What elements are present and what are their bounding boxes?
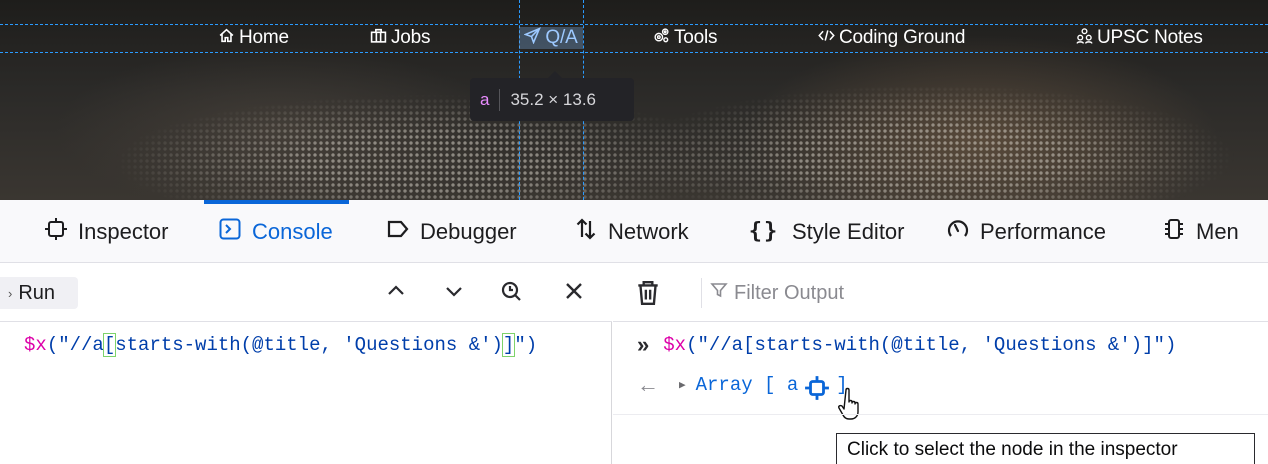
- history-search-icon: [499, 279, 523, 308]
- send-icon: [523, 26, 542, 50]
- tab-inspector[interactable]: Inspector: [44, 200, 169, 263]
- nav-home-link[interactable]: Home: [218, 27, 289, 49]
- home-icon: [218, 27, 235, 50]
- bracket-match-close: ]: [501, 333, 516, 357]
- briefcase-icon: [370, 27, 387, 50]
- tab-inspector-label: Inspector: [78, 218, 169, 244]
- bracket-match-open: [: [102, 333, 117, 357]
- people-icon: [1076, 27, 1093, 50]
- tooltip-dimensions: 35.2 × 13.6: [510, 89, 597, 109]
- filter-output-placeholder: Filter Output: [734, 281, 845, 304]
- tab-style-editor[interactable]: {} Style Editor: [746, 200, 905, 263]
- chevron-up-icon: [384, 279, 408, 308]
- multiline-editor-pane: › Run $x("//a[starts-with(@title, 'Quest…: [0, 264, 612, 464]
- filter-output-input[interactable]: Filter Output: [701, 278, 844, 308]
- result-arrow-icon: ←: [637, 372, 659, 397]
- code-icon: [818, 27, 835, 50]
- output-row-divider: [613, 414, 1268, 415]
- memory-chip-icon: [1162, 217, 1186, 247]
- run-button-label: Run: [18, 281, 56, 304]
- code-arg-start: ("//a: [46, 334, 104, 356]
- nav-tools-label: Tools: [674, 27, 718, 48]
- select-node-target-icon[interactable]: [804, 375, 830, 401]
- tab-console-label: Console: [252, 218, 333, 244]
- funnel-icon: [710, 281, 728, 305]
- console-result-row: ← ▶ Array [ a ]: [637, 370, 848, 400]
- console-input-echo: » $x("//a[starts-with(@title, 'Questions…: [637, 330, 1176, 360]
- code-function: $x: [24, 334, 47, 356]
- network-arrows-icon: [574, 217, 598, 247]
- double-chevron-icon: »: [637, 332, 650, 357]
- tab-network[interactable]: Network: [574, 200, 689, 263]
- trash-icon: [635, 281, 661, 311]
- tab-memory-label: Men: [1196, 218, 1239, 244]
- code-arg-end: "): [514, 334, 538, 356]
- clear-output-button[interactable]: [635, 279, 661, 307]
- code-predicate: starts-with(@title, 'Questions &'): [115, 334, 503, 356]
- nav-upsc-notes-link[interactable]: UPSC Notes: [1076, 27, 1203, 49]
- inspector-icon: [44, 217, 68, 247]
- tab-memory[interactable]: Men: [1162, 200, 1239, 263]
- close-icon: [562, 279, 586, 308]
- history-next-button[interactable]: [439, 278, 469, 308]
- nav-coding-ground-link[interactable]: Coding Ground: [818, 27, 965, 49]
- result-array-open[interactable]: Array [ a: [696, 374, 799, 396]
- nav-jobs-label: Jobs: [391, 27, 431, 48]
- tooltip-tag-name: a: [470, 88, 501, 111]
- echo-args: ("//a[starts-with(@title, 'Questions &')…: [686, 334, 1177, 356]
- hand-cursor-icon: [837, 386, 865, 422]
- debugger-icon: [386, 217, 410, 247]
- tab-network-label: Network: [608, 218, 689, 244]
- element-dimension-tooltip: a 35.2 × 13.6: [470, 71, 634, 121]
- nav-qa-link[interactable]: Q/A: [519, 26, 583, 50]
- run-button[interactable]: › Run: [0, 277, 78, 309]
- nav-qa-label: Q/A: [545, 27, 578, 48]
- echo-code: $x("//a[starts-with(@title, 'Questions &…: [663, 334, 1176, 356]
- reverse-search-button[interactable]: [496, 278, 526, 308]
- devtools-toolbar: Inspector Console Debugger Network {} St…: [0, 200, 1268, 263]
- dotted-world-map: [0, 62, 1268, 200]
- nav-upsc-notes-label: UPSC Notes: [1097, 27, 1203, 48]
- nav-jobs-link[interactable]: Jobs: [370, 27, 431, 50]
- gears-icon: [653, 27, 670, 50]
- select-node-tooltip: Click to select the node in the inspecto…: [836, 433, 1255, 464]
- echo-function: $x: [663, 334, 687, 356]
- expand-triangle-icon[interactable]: ▶: [679, 378, 686, 392]
- nav-coding-ground-label: Coding Ground: [839, 27, 966, 48]
- tab-console[interactable]: Console: [204, 200, 349, 263]
- tab-performance-label: Performance: [980, 218, 1106, 244]
- web-page-banner: Home Jobs Q/A Tools Coding Ground UPSC N…: [0, 0, 1268, 200]
- console-icon: [218, 217, 242, 247]
- gauge-icon: [946, 217, 970, 247]
- site-navbar: Home Jobs Q/A Tools Coding Ground UPSC N…: [0, 19, 1268, 57]
- run-chevron-icon: ›: [8, 285, 13, 301]
- tab-debugger[interactable]: Debugger: [386, 200, 517, 263]
- output-toolbar: Filter Output: [613, 264, 1268, 322]
- nav-home-label: Home: [239, 27, 289, 48]
- chevron-down-icon: [442, 279, 466, 308]
- history-previous-button[interactable]: [381, 278, 411, 308]
- tab-style-editor-label: Style Editor: [792, 218, 905, 244]
- nav-tools-link[interactable]: Tools: [653, 27, 718, 50]
- close-editor-button[interactable]: [559, 278, 589, 308]
- tab-debugger-label: Debugger: [420, 218, 517, 244]
- tab-performance[interactable]: Performance: [946, 200, 1106, 263]
- editor-code-input[interactable]: $x("//a[starts-with(@title, 'Questions &…: [24, 333, 538, 357]
- editor-toolbar: › Run: [0, 264, 612, 322]
- screenshot-root: Home Jobs Q/A Tools Coding Ground UPSC N…: [0, 0, 1268, 464]
- braces-icon: {}: [748, 219, 780, 244]
